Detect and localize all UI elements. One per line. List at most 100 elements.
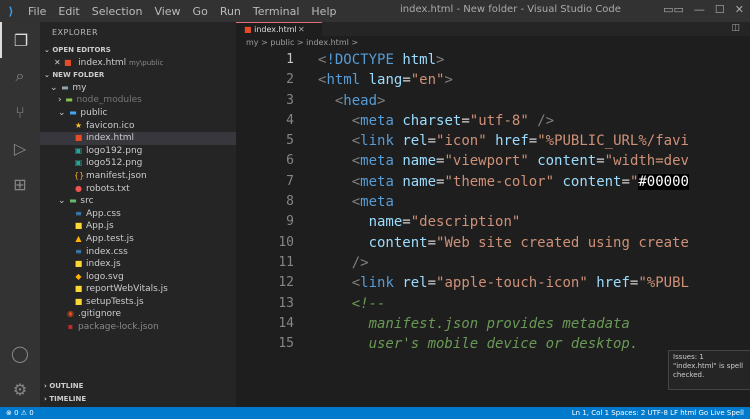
menu-run[interactable]: Run xyxy=(214,5,247,18)
file-report-web-vitals[interactable]: ■ reportWebVitals.js xyxy=(40,283,236,296)
code-line: <link rel="apple-touch-icon" href="%PUBL xyxy=(351,275,689,292)
file-app-js[interactable]: ■ App.js xyxy=(40,220,236,233)
source-control-icon[interactable]: ⑂ xyxy=(0,94,40,130)
timeline-section[interactable]: › TIMELINE xyxy=(40,393,86,406)
file-manifest[interactable]: {} manifest.json xyxy=(40,170,236,183)
layout-toggle-icon[interactable]: ▭▭ xyxy=(663,3,684,16)
hover-title: Issues: 1 xyxy=(673,353,704,361)
file-index-js[interactable]: ■ index.js xyxy=(40,258,236,271)
css-file-icon: ≡ xyxy=(75,246,82,256)
editor-area: ■ index.html ✕ ◫ my > public > index.htm… xyxy=(236,22,750,407)
code-view[interactable]: 1 <!DOCTYPE html> 2 <html lang="en"> 3 <he… xyxy=(236,50,750,354)
svg-file-icon: ◆ xyxy=(75,271,82,281)
code-line: <link rel="icon" href="%PUBLIC_URL%/favi xyxy=(351,133,689,150)
close-icon[interactable]: ✕ xyxy=(735,3,744,16)
open-editor-item[interactable]: ✕ ■ index.html my\public xyxy=(40,57,236,70)
file-app-css[interactable]: ≡ App.css xyxy=(40,208,236,221)
explorer-icon[interactable]: ❐ xyxy=(0,22,40,58)
split-editor-icon[interactable]: ◫ xyxy=(731,23,740,33)
folder-my[interactable]: ⌄ ▬ my xyxy=(40,82,236,95)
outline-section[interactable]: › OUTLINE xyxy=(40,380,83,393)
line-number: 15 xyxy=(278,336,294,352)
html-file-icon: ■ xyxy=(74,133,83,143)
line-number: 14 xyxy=(278,315,294,331)
file-index-html[interactable]: ■ index.html xyxy=(40,132,236,145)
maximize-icon[interactable]: ☐ xyxy=(715,3,725,16)
folder-icon: ▬ xyxy=(69,107,77,117)
folder-icon: ▬ xyxy=(65,95,73,105)
file-package-lock[interactable]: ▪ package-lock.json xyxy=(40,321,236,334)
folder-public[interactable]: ⌄ ▬ public xyxy=(40,107,236,120)
folder-src[interactable]: ⌄ ▬ src xyxy=(40,195,236,208)
status-right[interactable]: Ln 1, Col 1 Spaces: 2 UTF-8 LF html Go L… xyxy=(566,407,750,419)
line-number: 8 xyxy=(286,194,294,210)
status-bar: ⊗ 0 ⚠ 0 Ln 1, Col 1 Spaces: 2 UTF-8 LF h… xyxy=(0,407,750,419)
tab-close-icon[interactable]: ✕ xyxy=(298,23,305,36)
code-line: /> xyxy=(351,254,369,271)
editor-tabs: ■ index.html ✕ ◫ xyxy=(236,22,750,36)
line-number: 10 xyxy=(278,234,294,250)
code-line: manifest.json provides metadata xyxy=(318,315,630,332)
line-number: 12 xyxy=(278,275,294,291)
js-file-icon: ■ xyxy=(74,221,83,231)
file-logo-svg[interactable]: ◆ logo.svg xyxy=(40,271,236,284)
activity-bar: ❐ ⌕ ⑂ ▷ ⊞ ◯ ⚙ xyxy=(0,22,40,407)
breadcrumb[interactable]: my > public > index.html > xyxy=(236,36,750,50)
file-logo192[interactable]: ▣ logo192.png xyxy=(40,145,236,158)
code-line: <meta xyxy=(351,194,394,211)
file-index-css[interactable]: ≡ index.css xyxy=(40,246,236,259)
file-gitignore[interactable]: ◉ .gitignore xyxy=(40,308,236,321)
explorer-sidebar: EXPLORER ⌄ OPEN EDITORS ✕ ■ index.html m… xyxy=(40,22,236,407)
chevron-down-icon: ⌄ xyxy=(50,82,61,93)
minimize-icon[interactable]: — xyxy=(694,3,705,16)
title-bar: ⟩ File Edit Selection View Go Run Termin… xyxy=(0,0,750,22)
code-line: <meta name="viewport" content="width=dev xyxy=(351,153,689,170)
file-logo512[interactable]: ▣ logo512.png xyxy=(40,157,236,170)
close-icon[interactable]: ✕ xyxy=(54,58,63,67)
run-debug-icon[interactable]: ▷ xyxy=(0,130,40,166)
file-favicon[interactable]: ★ favicon.ico xyxy=(40,120,236,133)
js-file-icon: ■ xyxy=(74,284,83,294)
hover-tooltip: Issues: 1 "index.html" is spell checked. xyxy=(668,350,750,390)
line-number: 7 xyxy=(286,173,294,189)
menu-edit[interactable]: Edit xyxy=(52,5,85,18)
menu-go[interactable]: Go xyxy=(187,5,214,18)
vscode-logo-icon: ⟩ xyxy=(8,4,14,18)
css-file-icon: ≡ xyxy=(75,208,82,218)
account-icon[interactable]: ◯ xyxy=(0,335,40,371)
menu-view[interactable]: View xyxy=(148,5,186,18)
problems-indicator[interactable]: ⊗ 0 ⚠ 0 xyxy=(0,407,40,419)
git-file-icon: ◉ xyxy=(67,309,74,319)
settings-gear-icon[interactable]: ⚙ xyxy=(0,371,40,407)
js-file-icon: ■ xyxy=(74,296,83,306)
line-number: 6 xyxy=(286,153,294,169)
extensions-icon[interactable]: ⊞ xyxy=(0,166,40,202)
menu-selection[interactable]: Selection xyxy=(86,5,149,18)
menu-file[interactable]: File xyxy=(22,5,52,18)
new-folder-section[interactable]: ⌄ NEW FOLDER xyxy=(40,69,236,82)
tab-index-html[interactable]: ■ index.html ✕ xyxy=(236,22,322,36)
folder-icon: ▬ xyxy=(69,196,77,206)
test-file-icon: ▲ xyxy=(75,233,82,243)
favicon-file-icon: ★ xyxy=(74,120,83,130)
js-file-icon: ■ xyxy=(74,259,83,269)
open-editors-section[interactable]: ⌄ OPEN EDITORS xyxy=(40,44,236,57)
robots-file-icon: ● xyxy=(75,183,82,193)
json-file-icon: {} xyxy=(74,170,85,180)
menu-help[interactable]: Help xyxy=(305,5,342,18)
line-number: 13 xyxy=(278,295,294,311)
chevron-down-icon: ⌄ xyxy=(58,107,69,118)
file-app-test-js[interactable]: ▲ App.test.js xyxy=(40,233,236,246)
file-robots[interactable]: ● robots.txt xyxy=(40,183,236,196)
npm-file-icon: ▪ xyxy=(67,322,74,332)
folder-node-modules[interactable]: › ▬ node_modules xyxy=(40,94,236,107)
html-file-icon: ■ xyxy=(63,57,72,67)
file-setup-tests[interactable]: ■ setupTests.js xyxy=(40,296,236,309)
line-number: 5 xyxy=(286,133,294,149)
line-number: 2 xyxy=(286,72,294,88)
sidebar-title: EXPLORER xyxy=(52,28,98,37)
window-controls: ▭▭ — ☐ ✕ xyxy=(663,3,744,16)
code-line: name="description" xyxy=(368,214,521,231)
search-icon[interactable]: ⌕ xyxy=(0,58,40,94)
menu-terminal[interactable]: Terminal xyxy=(247,5,306,18)
